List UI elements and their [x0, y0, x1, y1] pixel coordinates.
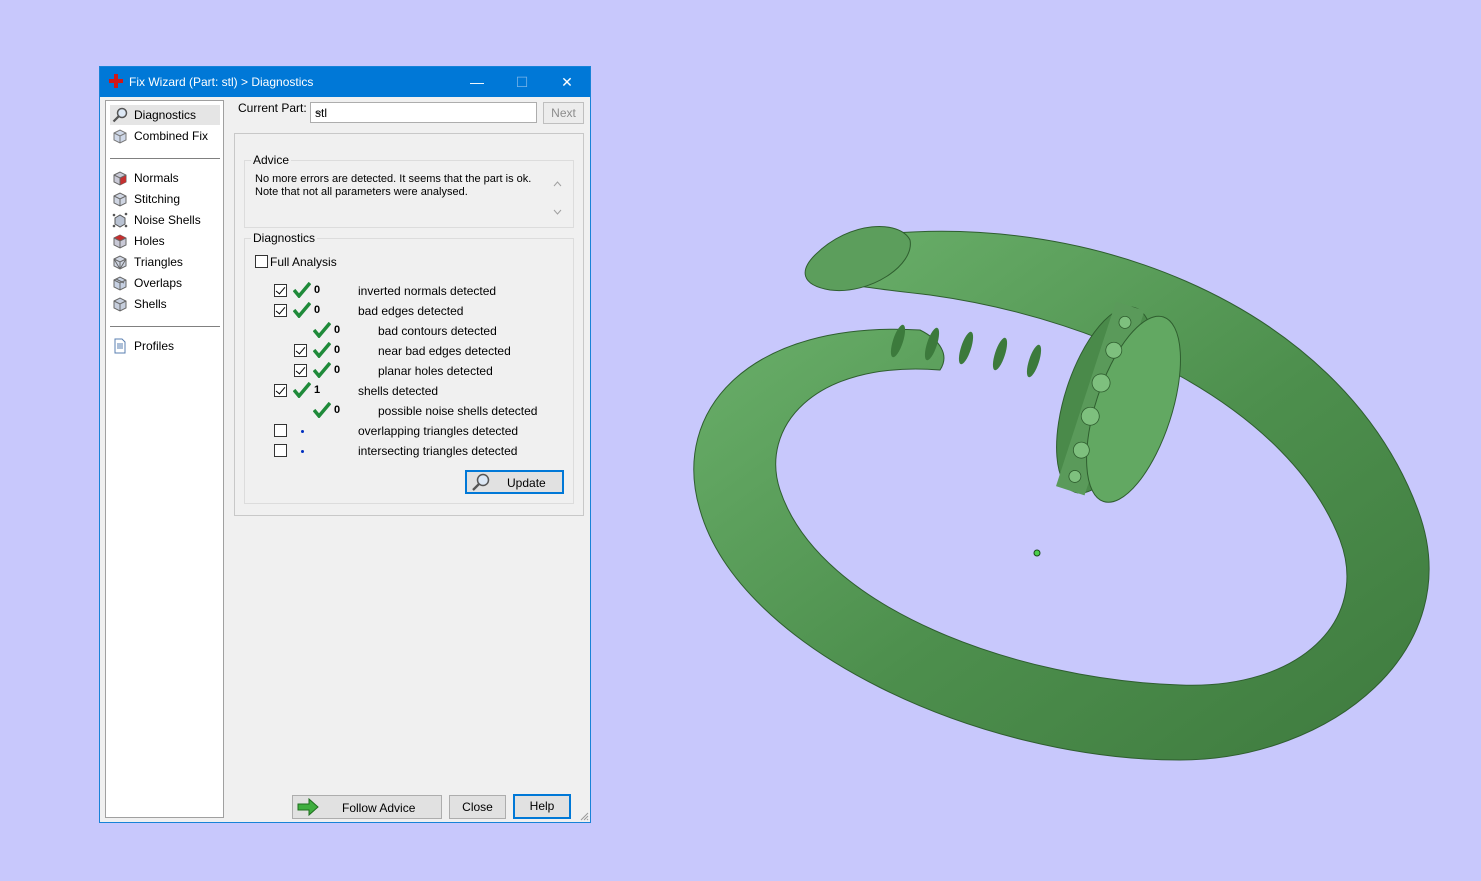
- holes-cube-icon: [113, 234, 127, 249]
- row-count: 0: [334, 404, 341, 416]
- row-count: 0: [314, 284, 321, 296]
- row-label: planar holes detected: [378, 364, 493, 378]
- sidebar-item-label: Triangles: [134, 255, 183, 269]
- scroll-arrows-icon: [553, 181, 562, 215]
- red-cross-icon: [109, 74, 123, 88]
- wizard-sidebar: Diagnostics Combined Fix Normals Stitchi…: [105, 100, 224, 818]
- triangles-cube-icon: [113, 255, 127, 270]
- row-label: bad contours detected: [378, 324, 497, 338]
- 3d-ring-model: [693, 226, 1430, 761]
- magnifier-icon: [472, 473, 490, 491]
- sidebar-item-label: Noise Shells: [134, 213, 201, 227]
- row-count: 0: [334, 364, 341, 376]
- advice-text: No more errors are detected. It seems th…: [255, 173, 563, 219]
- green-check-icon: [313, 322, 331, 338]
- document-icon: [114, 338, 126, 354]
- green-check-icon: [293, 282, 311, 298]
- sidebar-item-noise-shells[interactable]: Noise Shells: [110, 210, 220, 230]
- row-checkbox[interactable]: [274, 444, 287, 457]
- window-title: Fix Wizard (Part: stl) > Diagnostics: [129, 75, 314, 89]
- model-viewport[interactable]: [640, 180, 1460, 800]
- advice-group: Advice No more errors are detected. It s…: [244, 153, 574, 228]
- row-checkbox[interactable]: [294, 364, 307, 377]
- follow-advice-label: Follow Advice: [342, 801, 416, 815]
- sidebar-item-diagnostics[interactable]: Diagnostics: [110, 105, 220, 125]
- sidebar-item-label: Profiles: [134, 339, 175, 353]
- current-part-label: Current Part:: [238, 101, 307, 115]
- sidebar-divider: [110, 158, 220, 159]
- advice-scrollbar[interactable]: [549, 174, 566, 220]
- sidebar-item-label: Overlaps: [134, 276, 183, 290]
- next-button[interactable]: Next: [543, 102, 584, 124]
- close-window-button[interactable]: ✕: [544, 67, 590, 97]
- chevron-down-icon: ⌄: [315, 106, 324, 117]
- sidebar-item-shells[interactable]: Shells: [110, 294, 220, 314]
- sidebar-item-label: Combined Fix: [134, 129, 209, 143]
- sidebar-item-label: Stitching: [134, 192, 181, 206]
- advice-title: Advice: [251, 153, 292, 167]
- stitching-cube-icon: [113, 192, 127, 207]
- row-checkbox[interactable]: [274, 304, 287, 317]
- green-arrow-icon: [297, 798, 319, 816]
- sidebar-item-label: Diagnostics: [134, 108, 197, 122]
- row-count: 0: [314, 304, 321, 316]
- sidebar-item-label: Shells: [134, 297, 167, 311]
- row-count: 0: [334, 324, 341, 336]
- maximize-button[interactable]: ☐: [499, 67, 545, 97]
- row-checkbox[interactable]: [274, 424, 287, 437]
- green-check-icon: [293, 382, 311, 398]
- green-check-icon: [313, 362, 331, 378]
- update-label: Update: [507, 476, 546, 490]
- diagnostics-group: Diagnostics Full Analysis 0 inverted norm…: [244, 231, 574, 504]
- fix-wizard-window: Fix Wizard (Part: stl) > Diagnostics — ☐…: [99, 66, 591, 823]
- full-analysis-label: Full Analysis: [270, 255, 337, 269]
- follow-advice-button[interactable]: Follow Advice: [292, 795, 442, 819]
- overlaps-cube-icon: [113, 276, 127, 291]
- row-label: near bad edges detected: [378, 344, 511, 358]
- row-checkbox[interactable]: [294, 344, 307, 357]
- current-part-dropdown[interactable]: stl ⌄: [310, 102, 537, 123]
- diagnostics-panel: Advice No more errors are detected. It s…: [234, 133, 584, 516]
- sidebar-item-overlaps[interactable]: Overlaps: [110, 273, 220, 293]
- diagnostics-title: Diagnostics: [251, 231, 318, 245]
- magnifier-icon: [112, 107, 128, 123]
- green-check-icon: [313, 402, 331, 418]
- green-check-icon: [313, 342, 331, 358]
- row-label: overlapping triangles detected: [358, 424, 519, 438]
- row-label: intersecting triangles detected: [358, 444, 518, 458]
- green-check-icon: [293, 302, 311, 318]
- row-label: possible noise shells detected: [378, 404, 538, 418]
- sidebar-item-normals[interactable]: Normals: [110, 168, 220, 188]
- pending-dot-icon: [301, 430, 304, 433]
- sidebar-item-combined-fix[interactable]: Combined Fix: [110, 126, 220, 146]
- minimize-button[interactable]: —: [454, 67, 500, 97]
- help-button[interactable]: Help: [513, 794, 571, 819]
- normals-cube-icon: [113, 171, 127, 186]
- advice-line-1: No more errors are detected. It seems th…: [255, 173, 532, 185]
- row-checkbox[interactable]: [274, 384, 287, 397]
- row-label: bad edges detected: [358, 304, 464, 318]
- cube-icon: [113, 129, 127, 144]
- noise-shells-icon: [112, 212, 128, 228]
- sidebar-divider: [110, 326, 220, 327]
- pending-dot-icon: [301, 450, 304, 453]
- shells-cube-icon: [113, 297, 127, 312]
- sidebar-item-stitching[interactable]: Stitching: [110, 189, 220, 209]
- sidebar-item-label: Normals: [134, 171, 179, 185]
- row-label: shells detected: [358, 384, 439, 398]
- sidebar-item-triangles[interactable]: Triangles: [110, 252, 220, 272]
- update-button[interactable]: Update: [465, 470, 564, 494]
- close-button[interactable]: Close: [449, 795, 506, 819]
- row-count: 0: [334, 344, 341, 356]
- full-analysis-checkbox[interactable]: [255, 255, 268, 268]
- row-label: inverted normals detected: [358, 284, 497, 298]
- advice-line-2: Note that not all parameters were analys…: [255, 186, 468, 198]
- row-count: 1: [314, 384, 321, 396]
- title-bar[interactable]: Fix Wizard (Part: stl) > Diagnostics — ☐…: [100, 67, 590, 97]
- resize-grip-icon[interactable]: [579, 811, 589, 821]
- row-checkbox[interactable]: [274, 284, 287, 297]
- sidebar-item-profiles[interactable]: Profiles: [110, 336, 220, 356]
- sidebar-item-label: Holes: [134, 234, 165, 248]
- sidebar-item-holes[interactable]: Holes: [110, 231, 220, 251]
